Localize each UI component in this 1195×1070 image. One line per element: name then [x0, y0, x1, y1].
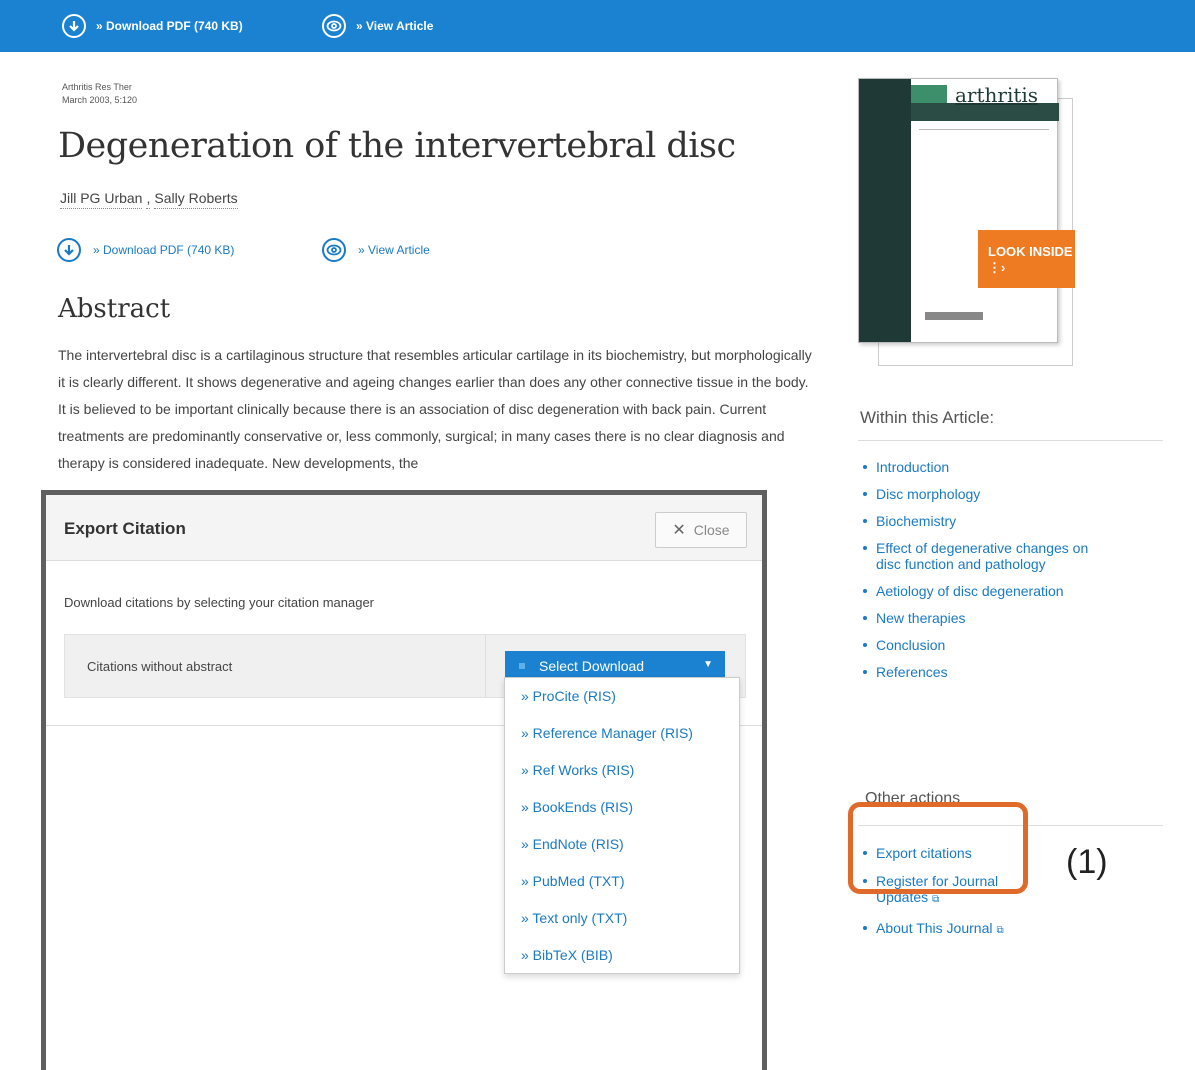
- view-article-label: » View Article: [358, 243, 430, 257]
- topbar-view-article-link[interactable]: » View Article: [322, 14, 433, 38]
- select-download-label: Select Download: [539, 658, 645, 674]
- article-title: Degeneration of the intervertebral disc: [58, 126, 736, 166]
- look-inside-button[interactable]: LOOK INSIDE ⋮›: [978, 230, 1075, 288]
- journal-date: March 2003, 5:120: [62, 95, 138, 105]
- toc-item[interactable]: Introduction: [862, 459, 1092, 475]
- callout-label: (1): [1066, 843, 1108, 881]
- journal-cover[interactable]: arthritis LOOK INSIDE ⋮›: [858, 78, 1075, 368]
- menu-item-endnote[interactable]: » EndNote (RIS): [505, 832, 739, 869]
- download-icon: [62, 14, 86, 38]
- external-link-icon: ⧉: [996, 925, 1004, 936]
- menu-item-reference-manager[interactable]: » Reference Manager (RIS): [505, 721, 739, 758]
- citation-type-label: Citations without abstract: [87, 659, 233, 674]
- close-label: Close: [693, 522, 730, 538]
- publisher-logo: [925, 312, 983, 320]
- external-link-icon: ⧉: [932, 894, 940, 905]
- toc-item[interactable]: Aetiology of disc degeneration: [862, 583, 1092, 599]
- menu-item-procite[interactable]: » ProCite (RIS): [505, 684, 739, 721]
- download-pdf-label: » Download PDF (740 KB): [93, 243, 235, 257]
- modal-header: Export Citation ✕ Close: [46, 495, 762, 561]
- eye-icon: [322, 14, 346, 38]
- download-pdf-link[interactable]: » Download PDF (740 KB): [57, 238, 234, 262]
- download-format-menu: » ProCite (RIS) » Reference Manager (RIS…: [504, 677, 740, 974]
- menu-item-text-only[interactable]: » Text only (TXT): [505, 906, 739, 943]
- close-icon: ✕: [672, 522, 686, 539]
- topbar-download-pdf-link[interactable]: » Download PDF (740 KB): [62, 14, 243, 38]
- menu-item-bibtex[interactable]: » BibTeX (BIB): [505, 943, 739, 980]
- menu-item-refworks[interactable]: » Ref Works (RIS): [505, 758, 739, 795]
- top-action-bar: » Download PDF (740 KB) » View Article: [0, 0, 1195, 52]
- author-list: Jill PG Urban, Sally Roberts: [60, 190, 238, 209]
- toc-item[interactable]: Biochemistry: [862, 513, 1092, 529]
- toc-item[interactable]: References: [862, 664, 1092, 680]
- journal-meta: Arthritis Res Ther March 2003, 5:120: [62, 81, 137, 107]
- article-toc: Introduction Disc morphology Biochemistr…: [862, 459, 1092, 691]
- toc-item[interactable]: Disc morphology: [862, 486, 1092, 502]
- divider: [858, 440, 1163, 441]
- toc-item[interactable]: Conclusion: [862, 637, 1092, 653]
- view-article-link[interactable]: » View Article: [322, 238, 430, 262]
- cover-front-page: arthritis: [858, 78, 1059, 343]
- callout-highlight: [848, 802, 1028, 894]
- modal-title: Export Citation: [64, 519, 186, 538]
- menu-icon: [519, 663, 525, 669]
- about-journal-link[interactable]: About This Journal ⧉: [862, 920, 1052, 939]
- topbar-download-label: » Download PDF (740 KB): [96, 19, 243, 33]
- toc-item[interactable]: Effect of degenerative changes on disc f…: [862, 540, 1092, 572]
- abstract-heading: Abstract: [58, 294, 171, 324]
- cover-title: arthritis: [955, 83, 1039, 107]
- menu-item-pubmed[interactable]: » PubMed (TXT): [505, 869, 739, 906]
- close-button[interactable]: ✕ Close: [655, 512, 747, 548]
- menu-item-bookends[interactable]: » BookEnds (RIS): [505, 795, 739, 832]
- topbar-view-label: » View Article: [356, 19, 434, 33]
- abstract-text: The intervertebral disc is a cartilagino…: [58, 347, 812, 471]
- download-icon: [57, 238, 81, 262]
- author-link[interactable]: Sally Roberts: [154, 190, 238, 209]
- toc-item[interactable]: New therapies: [862, 610, 1092, 626]
- journal-name: Arthritis Res Ther: [62, 82, 132, 92]
- modal-instructions: Download citations by selecting your cit…: [64, 595, 375, 610]
- chevron-down-icon: ▼: [703, 659, 713, 670]
- eye-icon: [322, 238, 346, 262]
- within-article-heading: Within this Article:: [860, 408, 995, 427]
- author-link[interactable]: Jill PG Urban: [60, 190, 143, 209]
